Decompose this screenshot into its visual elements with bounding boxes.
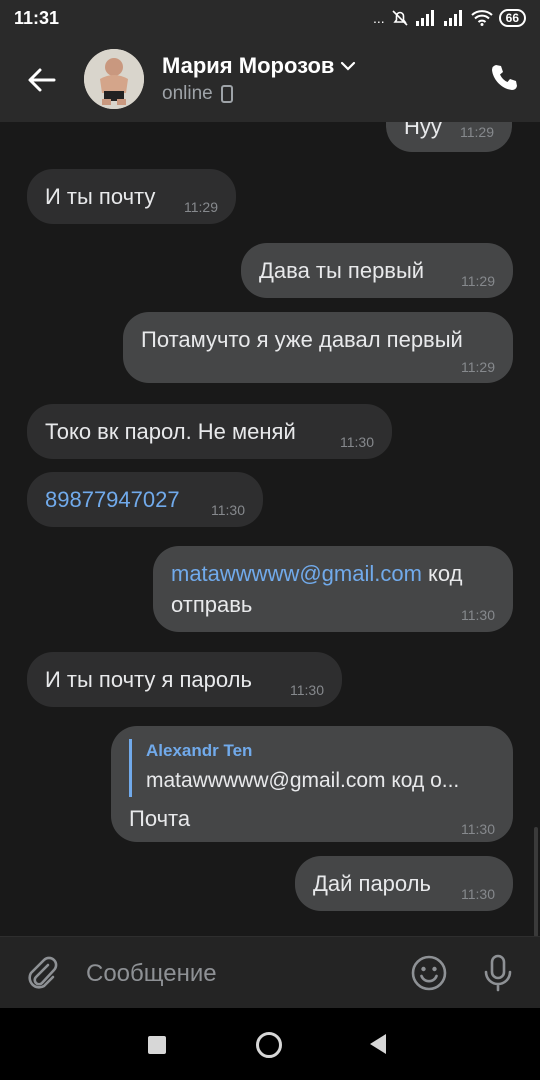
message-time: 11:30: [461, 821, 495, 837]
paperclip-icon[interactable]: [24, 955, 60, 991]
avatar[interactable]: [84, 49, 144, 109]
wifi-icon: [470, 10, 493, 26]
message-bubble-out-reply[interactable]: Alexandr Ten matawwwww@gmail.com код о..…: [111, 726, 513, 842]
status-bar: 11:31 ... 66: [0, 0, 540, 38]
message-time: 11:29: [461, 359, 495, 375]
message-bubble-in[interactable]: 89877947027 11:30: [27, 472, 263, 527]
message-text-line-2: отправь: [171, 592, 253, 617]
message-time: 11:30: [290, 682, 324, 698]
message-bubble-out[interactable]: Дай пароль 11:30: [295, 856, 513, 911]
back-nav-button[interactable]: [370, 1034, 386, 1054]
microphone-icon[interactable]: [480, 953, 516, 993]
message-bubble-out[interactable]: Потамучто я уже давал первый 11:29: [123, 312, 513, 383]
reply-author: Alexandr Ten: [146, 741, 253, 760]
email-link[interactable]: matawwwww@gmail.com: [171, 561, 422, 586]
chevron-down-icon[interactable]: [340, 60, 356, 72]
message-bubble-out[interactable]: Нуу 11:29: [386, 122, 512, 152]
mobile-device-icon: [220, 85, 233, 103]
message-bubble-in[interactable]: И ты почту 11:29: [27, 169, 236, 224]
contact-status: online: [162, 83, 233, 105]
message-time: 11:30: [461, 886, 495, 902]
message-time: 11:29: [460, 124, 494, 140]
dots-icon: ...: [372, 10, 385, 26]
message-input-bar: Сообщение: [0, 936, 540, 1009]
message-text: Токо вк парол. Не меняй: [45, 419, 296, 444]
reply-quote[interactable]: Alexandr Ten matawwwww@gmail.com код о..…: [129, 739, 496, 797]
contact-name[interactable]: Мария Морозов: [162, 53, 356, 79]
recents-button[interactable]: [148, 1036, 166, 1054]
message-bubble-out[interactable]: Дава ты первый 11:29: [241, 243, 513, 298]
contact-name-label: Мария Морозов: [162, 53, 335, 78]
message-text: код: [421, 561, 463, 586]
message-text: Потамучто я уже давал первый: [141, 327, 463, 352]
system-navigation-bar: [0, 1008, 540, 1080]
message-time: 11:30: [211, 502, 245, 518]
message-bubble-in[interactable]: Токо вк парол. Не меняй 11:30: [27, 404, 392, 459]
message-time: 11:29: [184, 199, 218, 215]
message-bubble-in[interactable]: И ты почту я пароль 11:30: [27, 652, 342, 707]
reply-text: matawwwww@gmail.com код о...: [146, 769, 460, 792]
home-button[interactable]: [256, 1032, 282, 1058]
message-list[interactable]: Нуу 11:29 И ты почту 11:29 Дава ты первы…: [0, 122, 540, 936]
contact-status-label: online: [162, 83, 213, 104]
message-text: Дай пароль: [313, 871, 431, 896]
message-text: Почта: [129, 806, 191, 831]
message-text: Дава ты первый: [259, 258, 425, 283]
message-input[interactable]: Сообщение: [86, 960, 217, 988]
status-indicators: ... 66: [373, 9, 526, 27]
message-text: И ты почту я пароль: [45, 667, 252, 692]
phone-number-link[interactable]: 89877947027: [45, 487, 180, 513]
phone-icon[interactable]: [488, 62, 520, 94]
chat-header: Мария Морозов online: [0, 38, 540, 122]
message-text: Нуу: [404, 122, 442, 139]
signal-icon: [415, 10, 434, 26]
scrollbar[interactable]: [534, 827, 538, 936]
message-text: И ты почту: [45, 184, 156, 209]
message-line-1: matawwwww@gmail.com код: [171, 561, 463, 587]
status-time: 11:31: [14, 8, 60, 28]
mute-bell-icon: [392, 10, 408, 26]
message-bubble-out[interactable]: matawwwww@gmail.com код отправь 11:30: [153, 546, 513, 632]
signal-icon-2: [443, 10, 462, 26]
battery-indicator: 66: [498, 9, 526, 27]
smile-icon[interactable]: [410, 954, 448, 992]
arrow-left-icon[interactable]: [22, 60, 62, 100]
message-time: 11:29: [461, 273, 495, 289]
message-time: 11:30: [340, 434, 374, 450]
message-time: 11:30: [461, 607, 495, 623]
